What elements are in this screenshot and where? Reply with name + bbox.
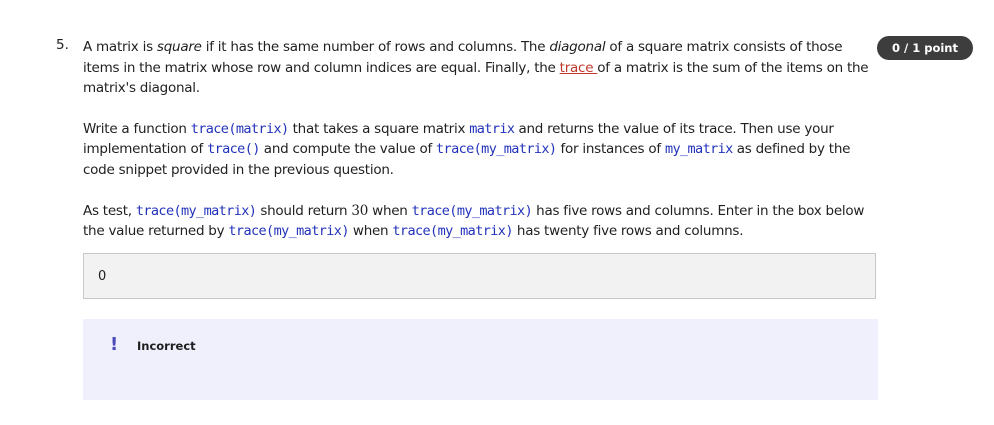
text: for instances of [556,141,665,158]
number: 30 [351,202,369,219]
feedback-box: ! Incorrect [83,319,878,400]
code: trace(my_matrix) [411,202,533,219]
code: matrix [469,120,515,137]
text: Write a function [83,120,191,137]
trace-link[interactable]: trace [560,60,598,76]
paragraph-test: As test, trace(my_matrix) should return … [83,201,873,242]
code: trace(my_matrix) [228,223,349,240]
paragraph-definition: A matrix is square if it has the same nu… [83,37,873,99]
text: when [368,202,412,219]
term-square: square [156,39,202,55]
paragraph-task: Write a function trace(matrix) that take… [83,119,873,181]
text: A matrix is [83,39,157,55]
answer-input[interactable]: 0 [83,253,876,299]
text: if it has the same number of rows and co… [201,39,550,55]
code: my_matrix [664,141,733,158]
code: trace(my_matrix) [135,202,257,219]
code: trace(my_matrix) [436,141,557,158]
term-diagonal: diagonal [549,39,606,55]
text: should return [256,202,352,219]
text: has twenty five rows and columns. [516,223,744,240]
code: trace(matrix) [190,120,289,137]
question-body: A matrix is square if it has the same nu… [83,37,873,262]
text: that takes a square matrix [292,120,470,137]
code: trace(my_matrix) [392,223,513,240]
score-badge: 0 / 1 point [877,36,973,60]
text: when [348,223,393,240]
code: trace() [207,141,260,158]
text: As test, [83,202,136,219]
exclamation-icon: ! [110,334,119,355]
text: and compute the value of [259,141,437,158]
question-number: 5. [56,37,69,53]
feedback-label: Incorrect [137,339,196,353]
